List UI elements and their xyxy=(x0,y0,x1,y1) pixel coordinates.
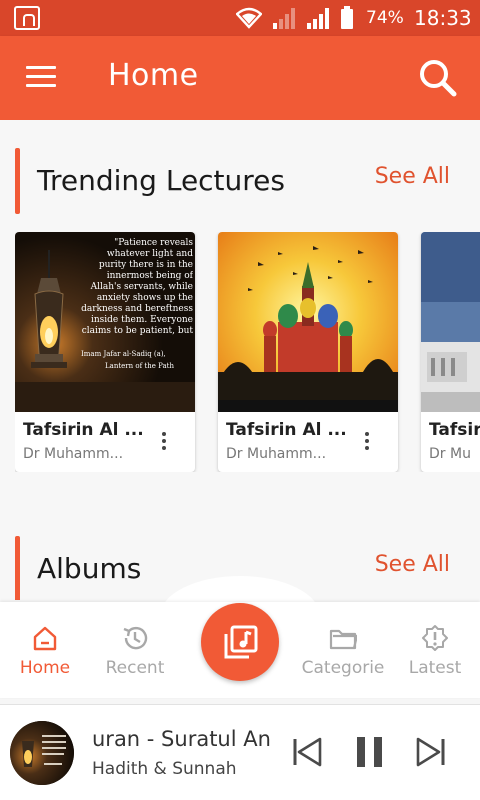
trending-section-header: Trending Lectures See All xyxy=(0,148,480,214)
card-quote-text: "Patience reveals whatever light and pur… xyxy=(81,238,193,336)
alert-badge-icon xyxy=(422,625,448,651)
card-title: Tafsirin Al ... xyxy=(226,420,347,440)
battery-percent: 74% xyxy=(366,8,404,28)
nav-label-recent: Recent xyxy=(105,658,165,678)
status-icons xyxy=(236,6,354,30)
skip-next-icon xyxy=(416,737,445,767)
card-more-options-icon[interactable] xyxy=(157,432,171,454)
nav-label-categories: Categorie xyxy=(301,658,385,678)
card-quote-source: Lantern of the Path xyxy=(105,362,174,370)
app-bar: Home xyxy=(0,36,480,120)
pause-icon xyxy=(357,737,382,767)
signal-strong-icon xyxy=(307,8,329,29)
nav-item-recent[interactable]: Recent xyxy=(90,602,180,698)
nav-item-home[interactable]: Home xyxy=(0,602,90,698)
albums-section-title: Albums xyxy=(37,552,142,585)
main-content: Trending Lectures See All "Patience reve… xyxy=(0,120,480,600)
folder-icon xyxy=(329,629,357,650)
card-title: Tafsir xyxy=(429,420,480,440)
card-subtitle: Dr Mu xyxy=(429,446,471,462)
albums-see-all-link[interactable]: See All xyxy=(375,552,450,577)
now-playing-subtitle: Hadith & Sunnah xyxy=(92,759,237,779)
nav-label-latest: Latest xyxy=(408,658,462,678)
music-library-button[interactable] xyxy=(201,603,279,681)
card-quote-author: Imam Jafar al-Sadiq (a), xyxy=(81,350,166,358)
card-title: Tafsirin Al ... xyxy=(23,420,144,440)
skip-previous-icon xyxy=(293,737,322,767)
status-bar: 74% 18:33 xyxy=(0,0,480,36)
battery-icon xyxy=(341,6,353,29)
hamburger-menu-icon[interactable] xyxy=(26,66,56,90)
pause-button[interactable] xyxy=(354,735,386,769)
lecture-card[interactable]: Tafsirin Al ... Dr Muhamm... xyxy=(218,232,398,472)
app-notification-icon xyxy=(14,6,40,30)
lantern-quote-artwork: "Patience reveals whatever light and pur… xyxy=(15,232,195,412)
now-playing-title: uran - Suratul Anf xyxy=(92,727,270,751)
clock: 18:33 xyxy=(414,6,472,30)
lecture-card[interactable]: "Patience reveals whatever light and pur… xyxy=(15,232,195,472)
search-icon[interactable] xyxy=(418,58,458,98)
skip-previous-button[interactable] xyxy=(292,735,324,769)
trending-section-title: Trending Lectures xyxy=(37,164,285,197)
wifi-icon xyxy=(236,7,262,29)
now-playing-artwork[interactable] xyxy=(10,721,74,785)
nav-label-home: Home xyxy=(19,658,71,678)
cathedral-sunset-artwork xyxy=(218,232,398,412)
trending-see-all-link[interactable]: See All xyxy=(375,164,450,189)
page-title: Home xyxy=(108,58,199,93)
card-subtitle: Dr Muhamm... xyxy=(226,446,327,462)
trending-cards-row[interactable]: "Patience reveals whatever light and pur… xyxy=(15,232,480,472)
history-icon xyxy=(123,626,148,650)
nav-item-categories[interactable]: Categorie xyxy=(298,602,388,698)
card-more-options-icon[interactable] xyxy=(360,432,374,454)
lecture-card[interactable]: Tafsir Dr Mu xyxy=(421,232,480,472)
signal-weak-icon xyxy=(273,8,295,29)
section-accent-bar xyxy=(15,536,20,600)
music-library-icon xyxy=(224,625,258,659)
skip-next-button[interactable] xyxy=(414,735,446,769)
card-subtitle: Dr Muhamm... xyxy=(23,446,124,462)
now-playing-bar[interactable]: uran - Suratul Anf Hadith & Sunnah xyxy=(0,704,480,800)
white-building-photo xyxy=(421,232,480,412)
nav-item-latest[interactable]: Latest xyxy=(390,602,480,698)
home-icon xyxy=(33,626,57,651)
section-accent-bar xyxy=(15,148,20,214)
